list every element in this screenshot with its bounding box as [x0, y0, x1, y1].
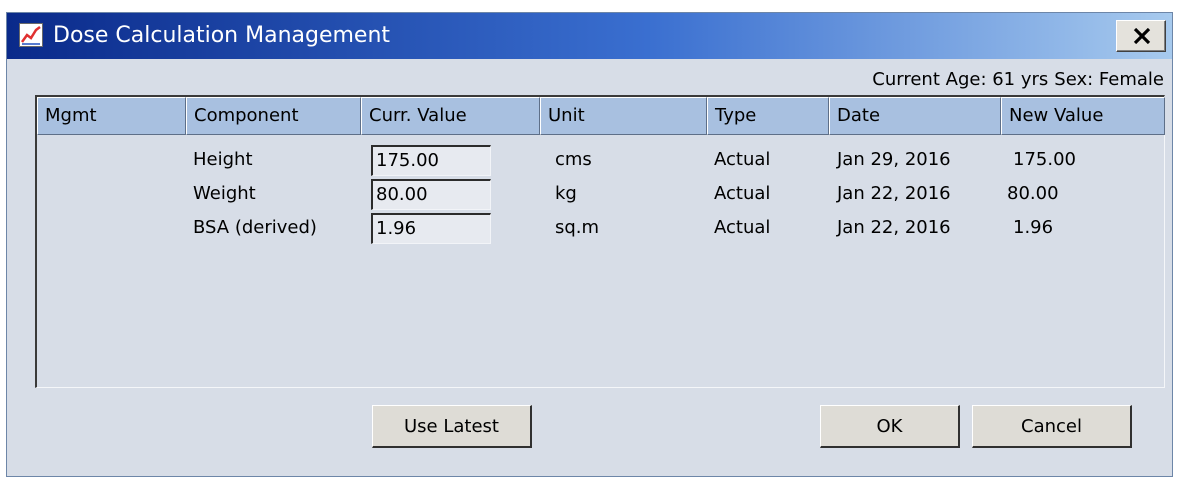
- cancel-button[interactable]: Cancel: [972, 405, 1132, 448]
- column-header-curr-value[interactable]: Curr. Value: [361, 97, 540, 135]
- patient-age-sex: Current Age: 61 yrs Sex: Female: [872, 69, 1164, 90]
- new-value-cell: 80.00: [1007, 183, 1059, 204]
- column-header-type[interactable]: Type: [707, 97, 829, 135]
- column-header-new-value[interactable]: New Value: [1001, 97, 1165, 135]
- ok-button[interactable]: OK: [820, 405, 960, 448]
- unit-cell: sq.m: [555, 217, 600, 238]
- type-cell: Actual: [714, 217, 771, 238]
- table-row[interactable]: Height 175.00 cms Actual Jan 29, 2016 17…: [37, 143, 1164, 177]
- unit-cell: kg: [555, 183, 577, 204]
- date-cell: Jan 22, 2016: [837, 183, 951, 204]
- components-table: Mgmt Component Curr. Value Unit Type Dat…: [35, 95, 1165, 388]
- component-cell: Height: [193, 149, 253, 170]
- close-icon: [1133, 28, 1151, 44]
- column-header-date[interactable]: Date: [829, 97, 1001, 135]
- unit-cell: cms: [555, 149, 592, 170]
- title-bar[interactable]: Dose Calculation Management: [7, 13, 1172, 59]
- window-title: Dose Calculation Management: [53, 23, 391, 48]
- chart-icon: [19, 23, 43, 47]
- component-cell: BSA (derived): [193, 217, 317, 238]
- table-row[interactable]: BSA (derived) 1.96 sq.m Actual Jan 22, 2…: [37, 211, 1164, 245]
- type-cell: Actual: [714, 183, 771, 204]
- curr-value-field[interactable]: 80.00: [371, 179, 491, 210]
- table-header: Mgmt Component Curr. Value Unit Type Dat…: [37, 97, 1165, 135]
- sex-label: Sex: Female: [1054, 69, 1164, 90]
- curr-value-field[interactable]: 1.96: [371, 213, 491, 244]
- close-button[interactable]: [1116, 20, 1166, 52]
- curr-value-field[interactable]: 175.00: [371, 145, 491, 176]
- date-cell: Jan 22, 2016: [837, 217, 951, 238]
- dose-calculation-window: Dose Calculation Management Current Age:…: [6, 12, 1173, 477]
- table-row[interactable]: Weight 80.00 kg Actual Jan 22, 2016 80.0…: [37, 177, 1164, 211]
- date-cell: Jan 29, 2016: [837, 149, 951, 170]
- type-cell: Actual: [714, 149, 771, 170]
- current-age-label: Current Age: 61 yrs: [872, 69, 1049, 90]
- use-latest-button[interactable]: Use Latest: [372, 405, 532, 448]
- component-cell: Weight: [193, 183, 256, 204]
- column-header-component[interactable]: Component: [186, 97, 361, 135]
- column-header-mgmt[interactable]: Mgmt: [37, 97, 186, 135]
- new-value-cell: 175.00: [1013, 149, 1076, 170]
- column-header-unit[interactable]: Unit: [540, 97, 707, 135]
- new-value-cell: 1.96: [1013, 217, 1054, 238]
